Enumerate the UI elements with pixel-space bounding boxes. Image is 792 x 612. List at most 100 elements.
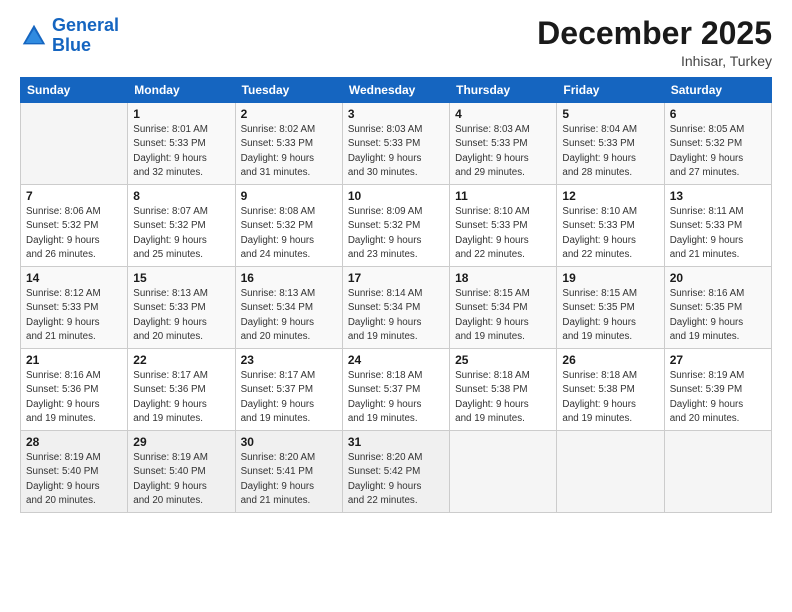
day-info: Sunrise: 8:19 AMSunset: 5:39 PMDaylight:… [670,369,766,426]
day-info: Sunrise: 8:18 AMSunset: 5:38 PMDaylight:… [455,369,551,426]
calendar-col-header: Tuesday [235,78,342,103]
day-info: Sunrise: 8:19 AMSunset: 5:40 PMDaylight:… [133,451,229,508]
calendar-col-header: Friday [557,78,664,103]
calendar-week-row: 7Sunrise: 8:06 AMSunset: 5:32 PMDaylight… [21,185,772,267]
day-number: 6 [670,107,766,121]
day-info: Sunrise: 8:14 AMSunset: 5:34 PMDaylight:… [348,287,444,344]
day-info: Sunrise: 8:18 AMSunset: 5:37 PMDaylight:… [348,369,444,426]
calendar-week-row: 21Sunrise: 8:16 AMSunset: 5:36 PMDayligh… [21,349,772,431]
day-info: Sunrise: 8:17 AMSunset: 5:37 PMDaylight:… [241,369,337,426]
calendar-cell: 9 Sunrise: 8:08 AMSunset: 5:32 PMDaylight… [235,185,342,267]
calendar-cell: 8 Sunrise: 8:07 AMSunset: 5:32 PMDaylight… [128,185,235,267]
day-info: Sunrise: 8:15 AMSunset: 5:35 PMDaylight:… [562,287,658,344]
calendar-cell: 17Sunrise: 8:14 AMSunset: 5:34 PMDayligh… [342,267,449,349]
day-number: 25 [455,353,551,367]
day-number: 28 [26,435,122,449]
day-number: 15 [133,271,229,285]
day-info: Sunrise: 8:18 AMSunset: 5:38 PMDaylight:… [562,369,658,426]
calendar-cell: 23 Sunrise: 8:17 AMSunset: 5:37 PMDayligh… [235,349,342,431]
day-number: 12 [562,189,658,203]
calendar-col-header: Monday [128,78,235,103]
subtitle: Inhisar, Turkey [537,53,772,69]
day-info: Sunrise: 8:05 AMSunset: 5:32 PMDaylight:… [670,123,766,180]
calendar-cell: 28 Sunrise: 8:19 AMSunset: 5:40 PMDayligh… [21,431,128,513]
calendar-col-header: Thursday [450,78,557,103]
logo: General Blue [20,16,119,56]
day-info: Sunrise: 8:10 AMSunset: 5:33 PMDaylight:… [562,205,658,262]
day-number: 11 [455,189,551,203]
day-info: Sunrise: 8:16 AMSunset: 5:35 PMDaylight:… [670,287,766,344]
day-info: Sunrise: 8:06 AMSunset: 5:32 PMDaylight:… [26,205,122,262]
logo-text: General Blue [52,16,119,56]
calendar-cell: 5 Sunrise: 8:04 AMSunset: 5:33 PMDaylight… [557,103,664,185]
calendar-cell: 21Sunrise: 8:16 AMSunset: 5:36 PMDayligh… [21,349,128,431]
calendar-table: SundayMondayTuesdayWednesdayThursdayFrid… [20,77,772,513]
logo-line2: Blue [52,35,91,55]
calendar-cell: 15 Sunrise: 8:13 AMSunset: 5:33 PMDayligh… [128,267,235,349]
day-number: 27 [670,353,766,367]
day-number: 3 [348,107,444,121]
day-number: 2 [241,107,337,121]
page: General Blue December 2025 Inhisar, Turk… [0,0,792,612]
day-number: 10 [348,189,444,203]
day-number: 8 [133,189,229,203]
day-info: Sunrise: 8:10 AMSunset: 5:33 PMDaylight:… [455,205,551,262]
calendar-cell: 14Sunrise: 8:12 AMSunset: 5:33 PMDayligh… [21,267,128,349]
calendar-cell: 25 Sunrise: 8:18 AMSunset: 5:38 PMDayligh… [450,349,557,431]
title-block: December 2025 Inhisar, Turkey [537,16,772,69]
day-info: Sunrise: 8:13 AMSunset: 5:34 PMDaylight:… [241,287,337,344]
day-number: 16 [241,271,337,285]
day-number: 5 [562,107,658,121]
day-info: Sunrise: 8:08 AMSunset: 5:32 PMDaylight:… [241,205,337,262]
calendar-cell: 16 Sunrise: 8:13 AMSunset: 5:34 PMDayligh… [235,267,342,349]
calendar-cell: 22 Sunrise: 8:17 AMSunset: 5:36 PMDayligh… [128,349,235,431]
calendar-week-row: 1 Sunrise: 8:01 AMSunset: 5:33 PMDaylight… [21,103,772,185]
calendar-cell: 31Sunrise: 8:20 AMSunset: 5:42 PMDayligh… [342,431,449,513]
day-info: Sunrise: 8:09 AMSunset: 5:32 PMDaylight:… [348,205,444,262]
calendar-cell: 27 Sunrise: 8:19 AMSunset: 5:39 PMDayligh… [664,349,771,431]
calendar-cell: 10 Sunrise: 8:09 AMSunset: 5:32 PMDayligh… [342,185,449,267]
day-number: 19 [562,271,658,285]
calendar-cell: 2 Sunrise: 8:02 AMSunset: 5:33 PMDaylight… [235,103,342,185]
calendar-header-row: SundayMondayTuesdayWednesdayThursdayFrid… [21,78,772,103]
day-number: 31 [348,435,444,449]
day-number: 26 [562,353,658,367]
calendar-cell: 26 Sunrise: 8:18 AMSunset: 5:38 PMDayligh… [557,349,664,431]
day-number: 30 [241,435,337,449]
day-info: Sunrise: 8:12 AMSunset: 5:33 PMDaylight:… [26,287,122,344]
main-title: December 2025 [537,16,772,51]
day-number: 9 [241,189,337,203]
logo-icon [20,22,48,50]
header: General Blue December 2025 Inhisar, Turk… [20,16,772,69]
calendar-cell: 19 Sunrise: 8:15 AMSunset: 5:35 PMDayligh… [557,267,664,349]
day-info: Sunrise: 8:07 AMSunset: 5:32 PMDaylight:… [133,205,229,262]
day-number: 23 [241,353,337,367]
calendar-cell: 4Sunrise: 8:03 AMSunset: 5:33 PMDaylight… [450,103,557,185]
calendar-cell: 12 Sunrise: 8:10 AMSunset: 5:33 PMDayligh… [557,185,664,267]
calendar-cell [664,431,771,513]
calendar-cell: 18 Sunrise: 8:15 AMSunset: 5:34 PMDayligh… [450,267,557,349]
day-info: Sunrise: 8:15 AMSunset: 5:34 PMDaylight:… [455,287,551,344]
day-info: Sunrise: 8:02 AMSunset: 5:33 PMDaylight:… [241,123,337,180]
calendar-week-row: 14Sunrise: 8:12 AMSunset: 5:33 PMDayligh… [21,267,772,349]
calendar-cell [557,431,664,513]
calendar-cell: 7Sunrise: 8:06 AMSunset: 5:32 PMDaylight… [21,185,128,267]
day-number: 1 [133,107,229,121]
day-info: Sunrise: 8:19 AMSunset: 5:40 PMDaylight:… [26,451,122,508]
calendar-cell [450,431,557,513]
day-info: Sunrise: 8:04 AMSunset: 5:33 PMDaylight:… [562,123,658,180]
day-number: 24 [348,353,444,367]
logo-line1: General [52,15,119,35]
calendar-cell: 20 Sunrise: 8:16 AMSunset: 5:35 PMDayligh… [664,267,771,349]
day-number: 20 [670,271,766,285]
day-info: Sunrise: 8:03 AMSunset: 5:33 PMDaylight:… [348,123,444,180]
day-info: Sunrise: 8:13 AMSunset: 5:33 PMDaylight:… [133,287,229,344]
calendar-cell [21,103,128,185]
day-number: 22 [133,353,229,367]
day-number: 18 [455,271,551,285]
day-info: Sunrise: 8:01 AMSunset: 5:33 PMDaylight:… [133,123,229,180]
day-number: 13 [670,189,766,203]
day-info: Sunrise: 8:17 AMSunset: 5:36 PMDaylight:… [133,369,229,426]
calendar-cell: 3 Sunrise: 8:03 AMSunset: 5:33 PMDaylight… [342,103,449,185]
calendar-week-row: 28 Sunrise: 8:19 AMSunset: 5:40 PMDayligh… [21,431,772,513]
